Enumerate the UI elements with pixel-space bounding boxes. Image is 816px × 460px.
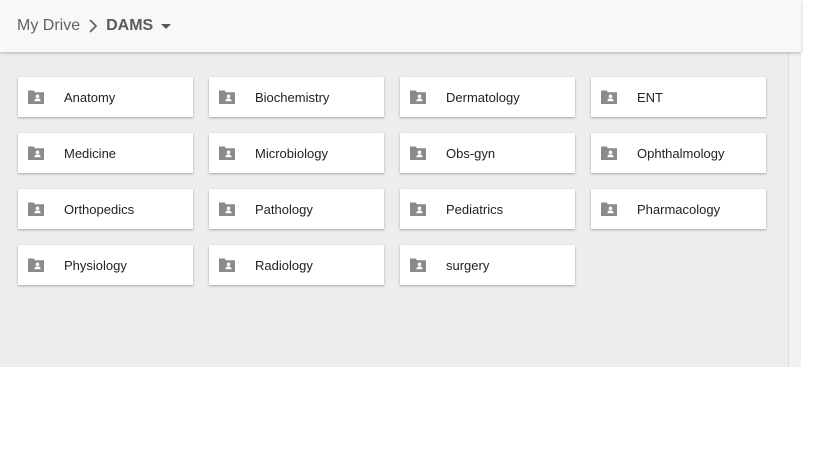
- drive-folder-view: My Drive DAMS Anatomy Biochemistry Derma…: [0, 0, 801, 367]
- folder-label: Microbiology: [255, 145, 328, 161]
- shared-folder-icon: [209, 133, 245, 173]
- folder-item-radiology[interactable]: Radiology: [209, 245, 384, 285]
- folder-item-medicine[interactable]: Medicine: [18, 133, 193, 173]
- folder-item-dermatology[interactable]: Dermatology: [400, 77, 575, 117]
- folder-item-anatomy[interactable]: Anatomy: [18, 77, 193, 117]
- scrollbar-track[interactable]: [788, 52, 801, 367]
- folder-item-biochemistry[interactable]: Biochemistry: [209, 77, 384, 117]
- folder-label: Pediatrics: [446, 201, 504, 217]
- folder-label: Pathology: [255, 201, 313, 217]
- folder-label: Ophthalmology: [637, 145, 725, 161]
- folder-grid: Anatomy Biochemistry Dermatology ENT Med…: [18, 77, 766, 285]
- folder-label: Pharmacology: [637, 201, 721, 217]
- folder-label: Radiology: [255, 257, 313, 273]
- breadcrumb-current-folder-menu[interactable]: DAMS: [106, 17, 172, 35]
- shared-folder-icon: [400, 77, 436, 117]
- breadcrumb: My Drive DAMS: [17, 0, 172, 52]
- folder-item-pediatrics[interactable]: Pediatrics: [400, 189, 575, 229]
- shared-folder-icon: [18, 189, 54, 229]
- folder-item-surgery[interactable]: surgery: [400, 245, 575, 285]
- breadcrumb-my-drive[interactable]: My Drive: [17, 17, 80, 35]
- folder-label: Orthopedics: [64, 201, 135, 217]
- folder-item-orthopedics[interactable]: Orthopedics: [18, 189, 193, 229]
- shared-folder-icon: [400, 245, 436, 285]
- shared-folder-icon: [209, 189, 245, 229]
- folder-label: Anatomy: [64, 89, 116, 105]
- folder-item-ophthalmology[interactable]: Ophthalmology: [591, 133, 766, 173]
- folder-item-obs-gyn[interactable]: Obs-gyn: [400, 133, 575, 173]
- chevron-right-icon: [80, 16, 106, 36]
- shared-folder-icon: [209, 77, 245, 117]
- folder-grid-area: Anatomy Biochemistry Dermatology ENT Med…: [0, 52, 788, 367]
- folder-label: Medicine: [64, 145, 117, 161]
- shared-folder-icon: [18, 245, 54, 285]
- shared-folder-icon: [18, 77, 54, 117]
- folder-item-physiology[interactable]: Physiology: [18, 245, 193, 285]
- folder-label: surgery: [446, 257, 490, 273]
- folder-item-pathology[interactable]: Pathology: [209, 189, 384, 229]
- breadcrumb-current-label: DAMS: [106, 17, 154, 34]
- folder-label: Obs-gyn: [446, 145, 496, 161]
- folder-label: ENT: [637, 89, 663, 105]
- folder-item-microbiology[interactable]: Microbiology: [209, 133, 384, 173]
- shared-folder-icon: [591, 189, 627, 229]
- folder-item-ent[interactable]: ENT: [591, 77, 766, 117]
- shared-folder-icon: [400, 133, 436, 173]
- folder-label: Physiology: [64, 257, 127, 273]
- header-bar: My Drive DAMS: [0, 0, 801, 52]
- folder-label: Biochemistry: [255, 89, 330, 105]
- shared-folder-icon: [591, 133, 627, 173]
- shared-folder-icon: [18, 133, 54, 173]
- shared-folder-icon: [591, 77, 627, 117]
- folder-item-pharmacology[interactable]: Pharmacology: [591, 189, 766, 229]
- folder-label: Dermatology: [446, 89, 520, 105]
- caret-down-icon: [161, 24, 172, 29]
- shared-folder-icon: [400, 189, 436, 229]
- shared-folder-icon: [209, 245, 245, 285]
